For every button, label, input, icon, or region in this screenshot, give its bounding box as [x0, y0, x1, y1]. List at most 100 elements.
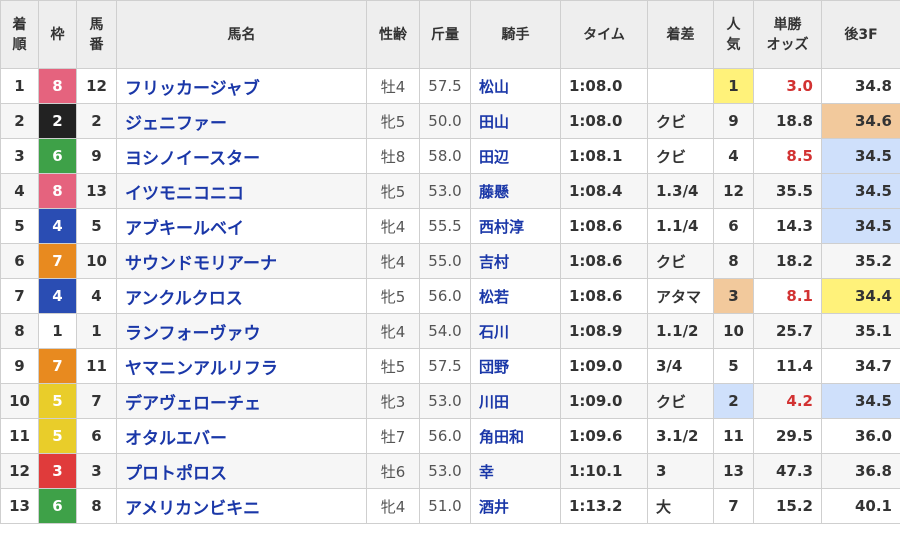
- popularity: 4: [713, 138, 754, 174]
- popularity: 2: [713, 383, 754, 419]
- jockey-link[interactable]: 川田: [470, 383, 561, 419]
- table-row: 4 8 13 イツモニコニコ 牝5 53.0 藤懸 1:08.4 1.3/4 12 35.5 34.5: [0, 173, 900, 209]
- horse-name-link[interactable]: ヨシノイースター: [116, 138, 367, 174]
- table-row: 2 2 2 ジェニファー 牝5 50.0 田山 1:08.0 クビ 9 18.8 34.6: [0, 103, 900, 139]
- header-row: 着順 枠 馬番 馬名 性齢 斤量 騎手 タイム 着差 人気 単勝 オッズ 後3F: [0, 0, 900, 69]
- margin: 3/4: [647, 348, 714, 384]
- horse-name-link[interactable]: プロトポロス: [116, 453, 367, 489]
- win-odds: 35.5: [753, 173, 822, 209]
- finish-position: 3: [0, 138, 39, 174]
- header-name: 馬名: [116, 0, 367, 69]
- finish-position: 4: [0, 173, 39, 209]
- horse-number: 13: [76, 173, 117, 209]
- win-odds: 4.2: [753, 383, 822, 419]
- margin: [647, 68, 714, 104]
- horse-number: 12: [76, 68, 117, 104]
- jockey-link[interactable]: 吉村: [470, 243, 561, 279]
- win-odds: 15.2: [753, 488, 822, 524]
- jockey-link[interactable]: 幸: [470, 453, 561, 489]
- popularity: 6: [713, 208, 754, 244]
- table-row: 10 5 7 デアヴェローチェ 牝3 53.0 川田 1:09.0 クビ 2 4.2 34.5: [0, 383, 900, 419]
- carried-weight: 51.0: [419, 488, 471, 524]
- popularity: 1: [713, 68, 754, 104]
- horse-name-link[interactable]: ジェニファー: [116, 103, 367, 139]
- jockey-link[interactable]: 酒井: [470, 488, 561, 524]
- last-3f: 34.5: [821, 173, 900, 209]
- horse-number: 6: [76, 418, 117, 454]
- header-popularity: 人気: [713, 0, 754, 69]
- header-odds: 単勝 オッズ: [753, 0, 822, 69]
- horse-number: 2: [76, 103, 117, 139]
- horse-name-link[interactable]: イツモニコニコ: [116, 173, 367, 209]
- table-row: 1 8 12 フリッカージャブ 牡4 57.5 松山 1:08.0 1 3.0 34.8: [0, 68, 900, 104]
- horse-number: 3: [76, 453, 117, 489]
- frame-number: 1: [38, 313, 77, 349]
- horse-name-link[interactable]: オタルエバー: [116, 418, 367, 454]
- horse-name-link[interactable]: アブキールベイ: [116, 208, 367, 244]
- finish-position: 11: [0, 418, 39, 454]
- jockey-link[interactable]: 藤懸: [470, 173, 561, 209]
- horse-name-link[interactable]: ランフォーヴァウ: [116, 313, 367, 349]
- win-odds: 3.0: [753, 68, 822, 104]
- last-3f: 34.8: [821, 68, 900, 104]
- margin: 1.1/4: [647, 208, 714, 244]
- header-last3f: 後3F: [821, 0, 900, 69]
- frame-number: 3: [38, 453, 77, 489]
- finish-time: 1:08.0: [560, 103, 648, 139]
- win-odds: 8.1: [753, 278, 822, 314]
- jockey-link[interactable]: 松若: [470, 278, 561, 314]
- finish-position: 8: [0, 313, 39, 349]
- frame-number: 4: [38, 278, 77, 314]
- header-weight: 斤量: [419, 0, 471, 69]
- horse-name-link[interactable]: アンクルクロス: [116, 278, 367, 314]
- sex-age: 牝5: [366, 173, 420, 209]
- sex-age: 牡6: [366, 453, 420, 489]
- table-row: 6 7 10 サウンドモリアーナ 牝4 55.0 吉村 1:08.6 クビ 8 18.2 35.2: [0, 243, 900, 279]
- jockey-link[interactable]: 角田和: [470, 418, 561, 454]
- frame-number: 7: [38, 243, 77, 279]
- margin: 大: [647, 488, 714, 524]
- last-3f: 34.5: [821, 383, 900, 419]
- win-odds: 18.8: [753, 103, 822, 139]
- frame-number: 2: [38, 103, 77, 139]
- carried-weight: 55.5: [419, 208, 471, 244]
- jockey-link[interactable]: 団野: [470, 348, 561, 384]
- carried-weight: 57.5: [419, 348, 471, 384]
- sex-age: 牡4: [366, 68, 420, 104]
- horse-number: 5: [76, 208, 117, 244]
- horse-number: 10: [76, 243, 117, 279]
- margin: アタマ: [647, 278, 714, 314]
- finish-position: 7: [0, 278, 39, 314]
- jockey-link[interactable]: 西村淳: [470, 208, 561, 244]
- horse-name-link[interactable]: ヤマニンアルリフラ: [116, 348, 367, 384]
- header-odds-label: 単勝 オッズ: [766, 16, 809, 53]
- popularity: 12: [713, 173, 754, 209]
- carried-weight: 56.0: [419, 418, 471, 454]
- header-popularity-label: 人気: [726, 16, 741, 53]
- jockey-link[interactable]: 松山: [470, 68, 561, 104]
- horse-name-link[interactable]: デアヴェローチェ: [116, 383, 367, 419]
- margin: 1.1/2: [647, 313, 714, 349]
- jockey-link[interactable]: 田辺: [470, 138, 561, 174]
- horse-number: 9: [76, 138, 117, 174]
- finish-position: 12: [0, 453, 39, 489]
- win-odds: 29.5: [753, 418, 822, 454]
- horse-name-link[interactable]: アメリカンビキニ: [116, 488, 367, 524]
- frame-number: 8: [38, 173, 77, 209]
- finish-position: 9: [0, 348, 39, 384]
- finish-time: 1:13.2: [560, 488, 648, 524]
- margin: 3.1/2: [647, 418, 714, 454]
- popularity: 5: [713, 348, 754, 384]
- horse-name-link[interactable]: サウンドモリアーナ: [116, 243, 367, 279]
- finish-time: 1:09.6: [560, 418, 648, 454]
- last-3f: 36.0: [821, 418, 900, 454]
- carried-weight: 55.0: [419, 243, 471, 279]
- jockey-link[interactable]: 石川: [470, 313, 561, 349]
- finish-time: 1:09.0: [560, 348, 648, 384]
- frame-number: 5: [38, 383, 77, 419]
- win-odds: 47.3: [753, 453, 822, 489]
- horse-name-link[interactable]: フリッカージャブ: [116, 68, 367, 104]
- sex-age: 牝4: [366, 488, 420, 524]
- jockey-link[interactable]: 田山: [470, 103, 561, 139]
- sex-age: 牡8: [366, 138, 420, 174]
